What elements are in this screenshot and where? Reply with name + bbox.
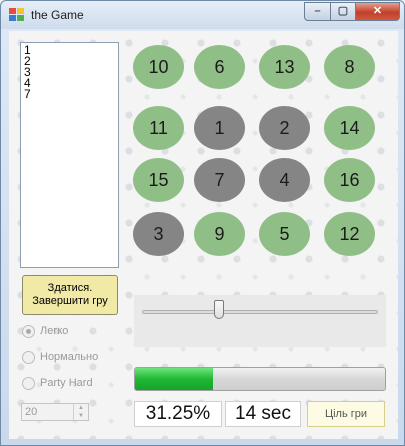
difficulty-normal-radio[interactable]: Нормально: [20, 349, 120, 367]
give-up-label-line1: Здатися.: [47, 282, 93, 294]
moves-list-item[interactable]: 3: [24, 66, 115, 78]
spin-up-icon[interactable]: ▲: [74, 404, 88, 412]
progress-bar: [134, 367, 386, 391]
moves-list-item[interactable]: 7: [24, 88, 115, 100]
tile-9[interactable]: 9: [194, 212, 245, 256]
client-area: 12347 10 6 13 8 11 1 2 14 15 7 4 16 3 9 5 12 Здатися. З…: [9, 31, 398, 439]
tile-8[interactable]: 8: [324, 45, 375, 89]
app-icon: [9, 8, 25, 22]
tile-14[interactable]: 14: [324, 106, 375, 150]
title-bar[interactable]: the Game – ▢ ✕: [1, 1, 404, 29]
radio-empty-icon: [22, 377, 35, 390]
give-up-label-line2: Завершити гру: [32, 295, 108, 307]
difficulty-easy-radio[interactable]: Легко: [20, 323, 120, 341]
size-spinner[interactable]: 20 ▲ ▼: [21, 403, 89, 421]
slider-thumb[interactable]: [214, 300, 225, 319]
time-readout: 14 sec: [225, 401, 301, 427]
percent-readout: 31.25%: [134, 401, 222, 427]
game-window: the Game – ▢ ✕ 12347 10 6 13 8 11 1 2 14 15 7 4 16 3…: [0, 0, 405, 446]
moves-list-item[interactable]: 1: [24, 44, 115, 56]
tile-6[interactable]: 6: [194, 45, 245, 89]
difficulty-partyhard-radio[interactable]: Party Hard: [20, 375, 120, 393]
tile-12[interactable]: 12: [324, 212, 375, 256]
tile-15[interactable]: 15: [133, 158, 184, 202]
moves-listbox[interactable]: 12347: [20, 42, 119, 268]
tile-13[interactable]: 13: [259, 45, 310, 89]
game-goal-button[interactable]: Ціль гри: [307, 401, 385, 427]
slider-track[interactable]: [142, 310, 378, 314]
size-spinner-value: 20: [25, 406, 38, 418]
tile-1[interactable]: 1: [194, 106, 245, 150]
progress-fill: [135, 368, 214, 390]
tile-16[interactable]: 16: [324, 158, 375, 202]
tile-10[interactable]: 10: [133, 45, 184, 89]
tile-4[interactable]: 4: [259, 158, 310, 202]
close-button[interactable]: ✕: [355, 2, 400, 21]
spin-down-icon[interactable]: ▼: [74, 412, 88, 420]
tile-2[interactable]: 2: [259, 106, 310, 150]
difficulty-partyhard-label: Party Hard: [40, 377, 93, 389]
radio-selected-icon: [22, 325, 35, 338]
window-title: the Game: [31, 8, 84, 22]
difficulty-normal-label: Нормально: [40, 351, 99, 363]
moves-list-item[interactable]: 4: [24, 77, 115, 89]
tile-7[interactable]: 7: [194, 158, 245, 202]
minimize-button[interactable]: –: [304, 2, 331, 21]
maximize-button[interactable]: ▢: [330, 2, 356, 21]
tile-5[interactable]: 5: [259, 212, 310, 256]
give-up-button[interactable]: Здатися. Завершити гру: [22, 275, 118, 315]
spinner-arrows[interactable]: ▲ ▼: [73, 404, 88, 420]
tile-3[interactable]: 3: [133, 212, 184, 256]
radio-empty-icon: [22, 351, 35, 364]
difficulty-easy-label: Легко: [40, 325, 69, 337]
moves-list-item[interactable]: 2: [24, 55, 115, 67]
speed-slider-panel: [134, 295, 386, 347]
tile-11[interactable]: 11: [133, 106, 184, 150]
